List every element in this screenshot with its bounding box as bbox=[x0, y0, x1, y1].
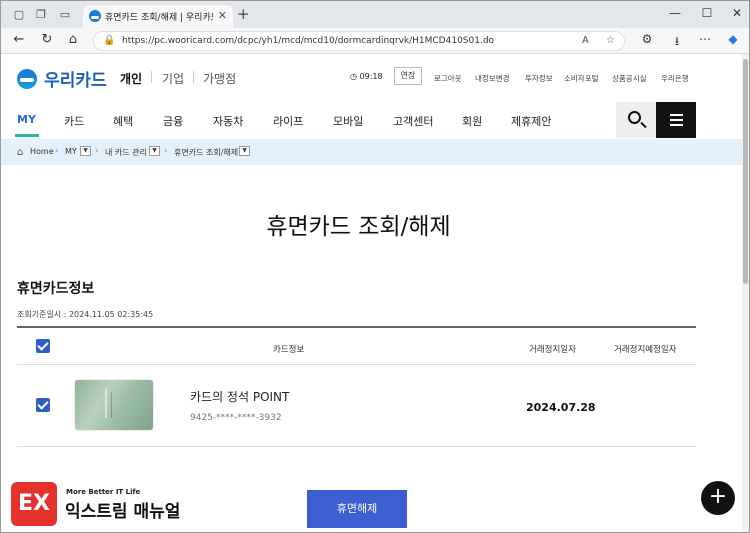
floating-plus-button[interactable]: + bbox=[701, 481, 735, 515]
nav-auto[interactable]: 자동차 bbox=[213, 113, 243, 129]
read-aloud-icon[interactable]: A bbox=[582, 35, 589, 46]
collections-icon[interactable]: ❐ bbox=[33, 7, 49, 23]
crumb-separator-icon: › bbox=[55, 146, 59, 156]
crumb-dropdown-icon[interactable]: ▼ bbox=[239, 146, 250, 156]
page-title: 휴면카드 조회/해제 bbox=[266, 214, 451, 240]
logo-mark-icon bbox=[17, 68, 37, 89]
watermark-tagline: More Better IT Life bbox=[66, 488, 141, 496]
session-timer: ◷ 09:18 bbox=[350, 72, 383, 81]
home-icon[interactable]: ⌂ bbox=[65, 32, 81, 48]
browser-toolbar: ← ↻ ⌂ 🔒 https://pc.wooricard.com/dcpc/yh… bbox=[1, 28, 749, 54]
table-top-border bbox=[17, 326, 696, 328]
util-logout[interactable]: 로그아웃 bbox=[434, 73, 462, 84]
segment-merchant[interactable]: 가맹점 bbox=[203, 70, 236, 87]
logo-text: 우리카드 bbox=[44, 71, 107, 91]
nav-life[interactable]: 라이프 bbox=[273, 113, 303, 129]
col-header-card-info: 카드정보 bbox=[273, 345, 305, 355]
crumb-separator-icon: › bbox=[164, 146, 168, 156]
nav-partnership[interactable]: 제휴제안 bbox=[511, 113, 551, 129]
hamburger-icon-line bbox=[670, 114, 683, 116]
table-divider bbox=[17, 364, 696, 365]
util-edit-profile[interactable]: 내정보변경 bbox=[475, 73, 510, 84]
hamburger-icon-line bbox=[670, 119, 683, 121]
settings-more-icon[interactable]: ⋯ bbox=[697, 32, 713, 46]
session-time: 09:18 bbox=[359, 72, 383, 81]
divider bbox=[151, 71, 152, 83]
scrollbar-thumb[interactable] bbox=[743, 59, 748, 284]
crumb-dropdown-icon[interactable]: ▼ bbox=[149, 146, 160, 156]
crumb-home[interactable]: Home bbox=[30, 147, 54, 156]
watermark-logo-icon: EX bbox=[11, 482, 57, 526]
minimize-icon[interactable]: — bbox=[665, 6, 685, 20]
home-crumb-icon[interactable]: ⌂ bbox=[17, 147, 23, 158]
tab-title: 휴면카드 조회/해제 | 우리카드(개 bbox=[105, 13, 213, 23]
address-bar[interactable]: 🔒 https://pc.wooricard.com/dcpc/yh1/mcd/… bbox=[93, 31, 625, 51]
crumb-my[interactable]: MY bbox=[65, 147, 77, 156]
segment-business[interactable]: 기업 bbox=[162, 70, 184, 87]
browser-window: ▢ ❐ ▭ 휴면카드 조회/해제 | 우리카드(개 ✕ + — ☐ ✕ ← ↻ … bbox=[0, 0, 750, 533]
nav-customer-center[interactable]: 고객센터 bbox=[393, 113, 433, 129]
nav-finance[interactable]: 금융 bbox=[163, 113, 183, 129]
section-title: 휴면카드정보 bbox=[17, 281, 95, 297]
maximize-icon[interactable]: ☐ bbox=[697, 6, 717, 20]
nav-active-underline bbox=[15, 134, 39, 137]
row-checkbox[interactable] bbox=[36, 398, 50, 412]
back-icon[interactable]: ← bbox=[11, 32, 27, 48]
url-text[interactable]: https://pc.wooricard.com/dcpc/yh1/mcd/mc… bbox=[122, 36, 494, 46]
session-extend-button[interactable]: 연장 bbox=[394, 67, 422, 85]
util-woori-bank[interactable]: 우리은행 bbox=[661, 73, 689, 84]
profile-icon[interactable]: ▢ bbox=[11, 7, 27, 23]
search-button[interactable] bbox=[616, 102, 656, 138]
refresh-icon[interactable]: ↻ bbox=[39, 32, 55, 48]
crumb-current: 휴면카드 조회/해제 bbox=[174, 148, 239, 157]
crumb-card-manage[interactable]: 내 카드 관리 bbox=[105, 147, 147, 158]
browser-tab-active[interactable]: 휴면카드 조회/해제 | 우리카드(개 ✕ bbox=[83, 5, 233, 28]
downloads-icon[interactable]: ⭳ bbox=[669, 32, 685, 53]
card-number: 9425-****-****-3932 bbox=[190, 413, 282, 423]
extensions-icon[interactable]: ⚙ bbox=[639, 32, 655, 46]
util-investment[interactable]: 투자정보 bbox=[525, 73, 553, 84]
segment-personal[interactable]: 개인 bbox=[120, 70, 142, 87]
table-bottom-border bbox=[17, 446, 696, 447]
search-icon bbox=[628, 111, 641, 124]
site-header: 우리카드 개인 기업 가맹점 ◷ 09:18 연장 로그아웃 내정보변경 투자정… bbox=[1, 54, 749, 100]
crumb-separator-icon: › bbox=[95, 146, 99, 156]
nav-mobile[interactable]: 모바일 bbox=[333, 113, 363, 129]
all-menu-button[interactable] bbox=[656, 102, 696, 138]
crumb-dropdown-icon[interactable]: ▼ bbox=[80, 146, 91, 156]
watermark-name: 익스트림 매뉴얼 bbox=[65, 502, 181, 522]
card-image bbox=[75, 380, 153, 430]
copilot-icon[interactable]: ◆ bbox=[725, 32, 741, 46]
close-window-icon[interactable]: ✕ bbox=[727, 6, 747, 20]
breadcrumb: ⌂ Home › MY ▼ › 내 카드 관리 ▼ › 휴면카드 조회/해제 ▼ bbox=[1, 139, 749, 165]
col-header-stop-date: 거래정지일자 bbox=[529, 345, 576, 355]
tab-close-icon[interactable]: ✕ bbox=[218, 9, 227, 22]
col-header-scheduled-stop-date: 거래정지예정일자 bbox=[614, 345, 677, 355]
site-favicon-icon bbox=[89, 10, 101, 22]
nav-my[interactable]: MY bbox=[17, 113, 36, 126]
tab-actions-icon[interactable]: ▭ bbox=[57, 7, 73, 23]
lock-icon[interactable]: 🔒 bbox=[103, 35, 115, 46]
wooricard-logo[interactable]: 우리카드 bbox=[17, 66, 107, 91]
nav-member[interactable]: 회원 bbox=[462, 113, 482, 129]
new-tab-icon[interactable]: + bbox=[237, 6, 250, 22]
favorite-star-icon[interactable]: ☆ bbox=[606, 35, 615, 46]
select-all-checkbox[interactable] bbox=[36, 339, 50, 353]
inquiry-timestamp: 조회기준일시 : 2024.11.05 02:35:45 bbox=[17, 310, 154, 319]
util-consumer-portal[interactable]: 소비자포털 bbox=[564, 73, 599, 84]
card-name: 카드의 정석 POINT bbox=[190, 390, 290, 404]
hamburger-icon-line bbox=[670, 124, 683, 126]
nav-benefit[interactable]: 혜택 bbox=[113, 113, 133, 129]
stop-date: 2024.07.28 bbox=[526, 401, 596, 414]
nav-card[interactable]: 카드 bbox=[64, 113, 84, 129]
dormant-release-button[interactable]: 휴면해제 bbox=[307, 490, 407, 528]
search-icon-handle bbox=[640, 121, 647, 129]
tab-strip: ▢ ❐ ▭ 휴면카드 조회/해제 | 우리카드(개 ✕ + — ☐ ✕ bbox=[1, 1, 749, 28]
divider bbox=[193, 71, 194, 83]
util-disclosure[interactable]: 상품공시실 bbox=[612, 73, 647, 84]
